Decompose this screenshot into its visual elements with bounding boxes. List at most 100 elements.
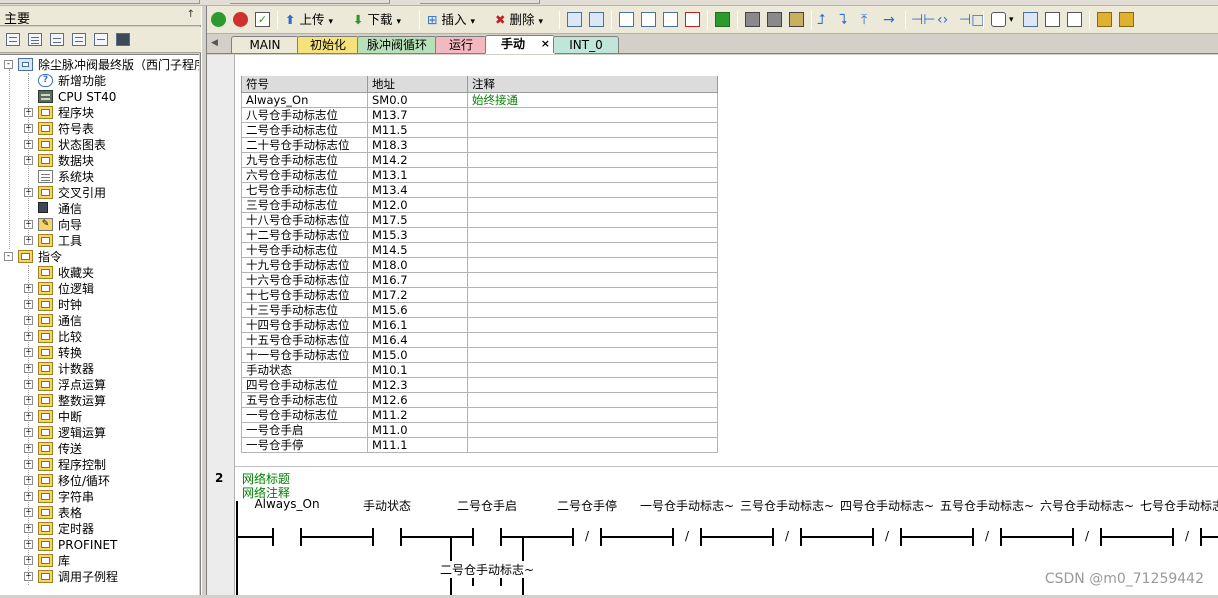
address-cell[interactable]: M15.3: [367, 227, 468, 243]
address-cell[interactable]: M13.1: [367, 167, 468, 183]
tree-item[interactable]: + 移位/循环: [0, 473, 199, 489]
table-icon[interactable]: [1023, 12, 1038, 27]
comment-cell[interactable]: [467, 302, 718, 318]
comment-cell[interactable]: [467, 377, 718, 393]
address-cell[interactable]: M13.7: [367, 107, 468, 123]
comm-view-icon[interactable]: [116, 33, 130, 46]
contact-label[interactable]: Always_On: [237, 497, 337, 511]
address-cell[interactable]: M12.6: [367, 392, 468, 408]
key-icon[interactable]: [1097, 12, 1112, 27]
symbol-cell[interactable]: 十七号仓手动标志位: [241, 287, 368, 303]
address-cell[interactable]: M12.0: [367, 197, 468, 213]
run-icon[interactable]: [211, 12, 226, 27]
symbol-cell[interactable]: 一号仓手启: [241, 422, 368, 438]
symbol-cell[interactable]: 二十号仓手动标志位: [241, 137, 368, 153]
table-row[interactable]: 二号仓手动标志位 M11.5: [241, 122, 718, 138]
tree-item[interactable]: + 交叉引用: [0, 185, 199, 201]
stop-icon[interactable]: [233, 12, 248, 27]
tree-item[interactable]: + 比较: [0, 329, 199, 345]
tree-item[interactable]: + 符号表: [0, 121, 199, 137]
tree-item[interactable]: + 数据块: [0, 153, 199, 169]
symbol-icon[interactable]: [991, 12, 1006, 27]
tree-item[interactable]: + 浮点运算: [0, 377, 199, 393]
comment-cell[interactable]: [467, 272, 718, 288]
key-icon[interactable]: [1119, 12, 1134, 27]
box-icon[interactable]: ⊣□: [959, 11, 984, 29]
tree-item[interactable]: + 字符串: [0, 489, 199, 505]
comment-cell[interactable]: [467, 182, 718, 198]
table-row[interactable]: 八号仓手动标志位 M13.7: [241, 107, 718, 123]
tree-item[interactable]: + 工具: [0, 233, 199, 249]
download-button[interactable]: ⬇ 下载 ▾: [353, 11, 401, 29]
address-cell[interactable]: M10.1: [367, 362, 468, 378]
coil-icon[interactable]: ‹›: [937, 11, 948, 29]
tree-item[interactable]: + PROFINET: [0, 537, 199, 553]
symbol-cell[interactable]: 六号仓手动标志位: [241, 167, 368, 183]
address-cell[interactable]: M11.0: [367, 422, 468, 438]
address-cell[interactable]: SM0.0: [367, 92, 468, 108]
view-icon[interactable]: [50, 33, 64, 46]
table-row[interactable]: 十五号仓手动标志位 M16.4: [241, 332, 718, 348]
compile-icon[interactable]: ✓: [255, 12, 270, 27]
collapse-icon[interactable]: -: [4, 252, 13, 261]
symbol-cell[interactable]: 十二号仓手动标志位: [241, 227, 368, 243]
network-title[interactable]: 网络标题: [242, 472, 290, 486]
branch-icon[interactable]: ⮥: [817, 11, 825, 29]
comment-cell[interactable]: [467, 197, 718, 213]
view-icon[interactable]: [28, 33, 42, 46]
contact-label[interactable]: 四号仓手动标志~: [837, 497, 937, 514]
contact-icon[interactable]: ⊣⊢: [911, 11, 935, 29]
comment-cell[interactable]: [467, 392, 718, 408]
go-icon[interactable]: [715, 12, 730, 27]
comment-cell[interactable]: [467, 107, 718, 123]
collapse-icon[interactable]: -: [4, 60, 13, 69]
branch-icon[interactable]: ⮧: [839, 11, 847, 29]
comment-cell[interactable]: [467, 362, 718, 378]
comment-cell[interactable]: [467, 152, 718, 168]
tree-item[interactable]: + 整数运算: [0, 393, 199, 409]
view-icon[interactable]: [72, 33, 86, 46]
address-cell[interactable]: M11.2: [367, 407, 468, 423]
edit-icon[interactable]: [1045, 12, 1060, 27]
symbol-cell[interactable]: 手动状态: [241, 362, 368, 378]
comment-cell[interactable]: [467, 317, 718, 333]
comment-cell[interactable]: [467, 437, 718, 453]
line-icon[interactable]: →: [883, 11, 895, 29]
network-icon[interactable]: [567, 12, 582, 27]
tree-item[interactable]: 收藏夹: [0, 265, 199, 281]
scroll-left-icon[interactable]: ◀: [211, 38, 218, 48]
address-cell[interactable]: M18.0: [367, 257, 468, 273]
window-icon[interactable]: [619, 12, 634, 27]
table-row[interactable]: 一号仓手启 M11.0: [241, 422, 718, 438]
table-row[interactable]: 手动状态 M10.1: [241, 362, 718, 378]
view-icon[interactable]: [6, 33, 20, 46]
comment-cell[interactable]: [467, 332, 718, 348]
address-cell[interactable]: M11.1: [367, 437, 468, 453]
upload-button[interactable]: ⬆ 上传 ▾: [285, 11, 333, 29]
table-row[interactable]: 二十号仓手动标志位 M18.3: [241, 137, 718, 153]
lock-icon[interactable]: [745, 12, 760, 27]
unlock-icon[interactable]: [789, 12, 804, 27]
table-row[interactable]: Always_On SM0.0 始终接通: [241, 92, 718, 108]
tree-item[interactable]: + 程序块: [0, 105, 199, 121]
tree-item[interactable]: + 库: [0, 553, 199, 569]
tree-item[interactable]: + 时钟: [0, 297, 199, 313]
table-row[interactable]: 十八号仓手动标志位 M17.5: [241, 212, 718, 228]
address-cell[interactable]: M13.4: [367, 182, 468, 198]
window-icon[interactable]: [663, 12, 678, 27]
lock-icon[interactable]: [767, 12, 782, 27]
symbol-cell[interactable]: 四号仓手动标志位: [241, 377, 368, 393]
chevron-down-icon[interactable]: ▾: [1009, 11, 1014, 29]
table-row[interactable]: 十四号仓手动标志位 M16.1: [241, 317, 718, 333]
symbol-cell[interactable]: 十九号仓手动标志位: [241, 257, 368, 273]
tree-item[interactable]: + 程序控制: [0, 457, 199, 473]
address-cell[interactable]: M12.3: [367, 377, 468, 393]
tree-item[interactable]: + 转换: [0, 345, 199, 361]
network-icon[interactable]: [589, 12, 604, 27]
edit-icon[interactable]: [1067, 12, 1082, 27]
address-cell[interactable]: M16.4: [367, 332, 468, 348]
symbol-cell[interactable]: 一号仓手动标志位: [241, 407, 368, 423]
comment-cell[interactable]: [467, 257, 718, 273]
address-cell[interactable]: M11.5: [367, 122, 468, 138]
tab-1[interactable]: MAIN: [231, 36, 299, 53]
